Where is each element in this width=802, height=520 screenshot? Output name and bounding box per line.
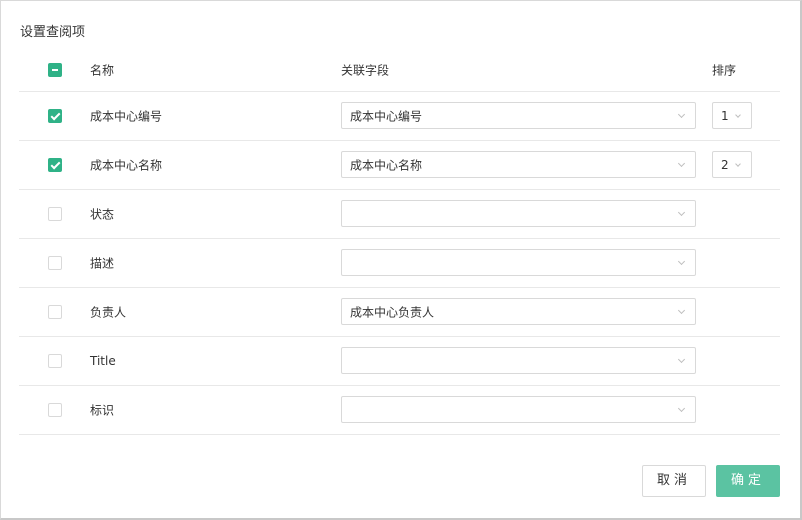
chevron-down-icon xyxy=(735,112,741,118)
table-row: 描述 xyxy=(19,239,780,288)
table-row: 标识 xyxy=(19,386,780,435)
field-select[interactable]: 成本中心名称 xyxy=(341,151,696,178)
chevron-down-icon xyxy=(677,110,686,119)
row-name: 状态 xyxy=(90,207,115,222)
ok-button[interactable]: 确定 xyxy=(716,465,780,497)
row-checkbox[interactable] xyxy=(48,354,62,368)
table-row: Title xyxy=(19,337,780,386)
lookup-table: 名称 关联字段 排序 成本中心编号 成本中心编号 1 成本中心名称 成本中心名称 xyxy=(19,48,780,435)
field-select-value: 成本中心编号 xyxy=(350,109,423,123)
chevron-down-icon xyxy=(735,161,741,167)
order-select[interactable]: 1 xyxy=(712,102,752,129)
row-checkbox[interactable] xyxy=(48,158,62,172)
chevron-down-icon xyxy=(677,306,686,315)
table-row: 负责人 成本中心负责人 xyxy=(19,288,780,337)
row-checkbox[interactable] xyxy=(48,403,62,417)
table-row: 成本中心编号 成本中心编号 1 xyxy=(19,92,780,141)
column-header-name: 名称 xyxy=(90,63,115,77)
row-checkbox[interactable] xyxy=(48,109,62,123)
dialog-title: 设置查阅项 xyxy=(20,25,86,40)
settings-dialog: 设置查阅项 名称 关联字段 排序 成本中心编号 成本中心编号 1 成本中心名称 … xyxy=(0,0,802,520)
row-checkbox[interactable] xyxy=(48,256,62,270)
chevron-down-icon xyxy=(677,404,686,413)
chevron-down-icon xyxy=(677,208,686,217)
row-name: 标识 xyxy=(90,403,115,418)
table-row: 成本中心名称 成本中心名称 2 xyxy=(19,141,780,190)
column-header-order: 排序 xyxy=(712,63,737,77)
order-select-value: 2 xyxy=(721,157,729,172)
field-select[interactable]: 成本中心负责人 xyxy=(341,298,696,325)
row-name: 描述 xyxy=(90,256,115,271)
field-select[interactable] xyxy=(341,249,696,276)
field-select-value: 成本中心负责人 xyxy=(350,305,435,319)
field-select[interactable] xyxy=(341,200,696,227)
row-checkbox[interactable] xyxy=(48,207,62,221)
order-select-value: 1 xyxy=(721,108,729,123)
select-all-checkbox[interactable] xyxy=(48,62,62,77)
chevron-down-icon xyxy=(677,159,686,168)
row-checkbox[interactable] xyxy=(48,305,62,319)
field-select[interactable] xyxy=(341,347,696,374)
field-select[interactable]: 成本中心编号 xyxy=(341,102,696,129)
order-select[interactable]: 2 xyxy=(712,151,752,178)
chevron-down-icon xyxy=(677,355,686,364)
row-name: 负责人 xyxy=(90,305,127,320)
row-name: Title xyxy=(90,354,116,368)
table-row: 状态 xyxy=(19,190,780,239)
field-select-value: 成本中心名称 xyxy=(350,158,423,172)
column-header-field: 关联字段 xyxy=(341,63,390,77)
row-name: 成本中心名称 xyxy=(90,158,163,173)
field-select[interactable] xyxy=(341,396,696,423)
row-name: 成本中心编号 xyxy=(90,109,163,124)
chevron-down-icon xyxy=(677,257,686,266)
table-header: 名称 关联字段 排序 xyxy=(19,48,780,92)
cancel-button[interactable]: 取消 xyxy=(642,465,706,497)
